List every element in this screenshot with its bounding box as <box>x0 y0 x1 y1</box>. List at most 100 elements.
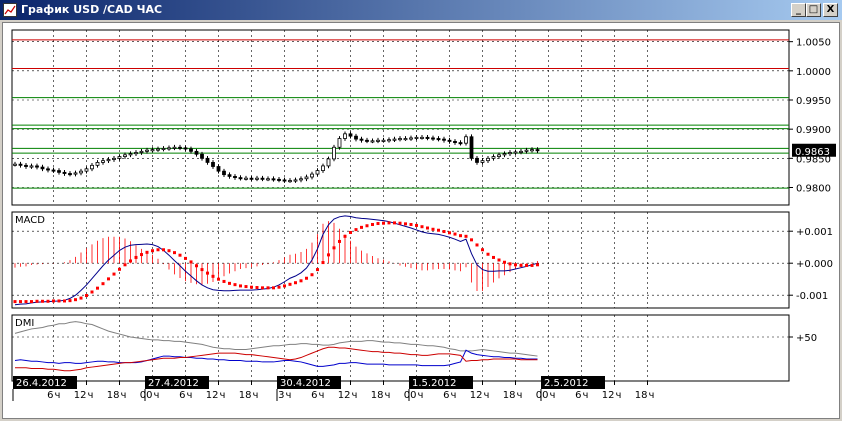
candle-body <box>123 154 127 157</box>
candle-body <box>436 138 441 141</box>
maximize-button[interactable]: □ <box>806 3 821 17</box>
candle-body <box>332 146 336 160</box>
close-button[interactable]: X <box>823 3 838 17</box>
pane-frame-0 <box>11 29 790 206</box>
candle-body <box>244 177 248 180</box>
x-tick-label: 18 <box>503 390 516 401</box>
macd-signal-dot <box>228 281 231 285</box>
macd-signal-dot <box>459 234 462 238</box>
macd-signal-dot <box>140 253 143 257</box>
candle-body <box>18 163 23 166</box>
candle-body <box>117 156 122 159</box>
date-tag-label: 2.5.2012 <box>544 378 589 389</box>
macd-signal-dot <box>519 263 523 267</box>
macd-signal-dot <box>354 228 358 232</box>
macd-signal-dot <box>453 232 457 236</box>
candle-body <box>161 148 166 151</box>
x-tick-unit: ч <box>88 390 94 401</box>
candle-body <box>51 169 56 172</box>
y-tick-label: 1.0050 <box>796 38 831 49</box>
candle-body <box>13 163 17 166</box>
x-tick-label: 3 <box>278 390 284 401</box>
macd-signal-dot <box>167 249 171 253</box>
candle-body <box>409 137 413 140</box>
macd-signal-dot <box>437 228 440 232</box>
macd-signal-dot <box>211 274 215 278</box>
macd-signal-dot <box>497 258 501 262</box>
macd-signal-dot <box>431 227 435 231</box>
candle-body <box>442 138 446 141</box>
candle-body <box>277 178 281 181</box>
candle-body <box>458 142 463 145</box>
candle-body <box>486 157 490 162</box>
candle-body <box>469 136 474 159</box>
candle-body <box>288 180 292 183</box>
macd-pane-label: MACD <box>15 215 45 226</box>
macd-signal-dot <box>134 255 138 259</box>
macd-signal-dot <box>118 267 121 271</box>
macd-signal-dot <box>393 221 396 225</box>
candle-body <box>381 139 386 142</box>
candle-body <box>376 139 380 142</box>
candle-body <box>200 153 204 159</box>
x-tick-unit: ч <box>154 390 160 401</box>
candle-body <box>387 139 391 142</box>
candle-body <box>222 170 226 176</box>
macd-signal-dot <box>255 286 259 290</box>
macd-signal-dot <box>63 299 66 303</box>
candle-body <box>106 159 111 162</box>
macd-signal-dot <box>250 285 253 289</box>
candle-body <box>425 136 430 139</box>
macd-signal-dot <box>371 222 374 226</box>
minimize-button[interactable]: _ <box>791 3 806 17</box>
candle-body <box>145 149 149 152</box>
candle-body <box>326 158 331 167</box>
x-tick-label: 12 <box>338 390 351 401</box>
candle-body <box>101 160 105 163</box>
window-title: График USD /CAD ЧАС <box>21 3 163 16</box>
candle-body <box>46 168 50 171</box>
candle-body <box>337 138 342 148</box>
chart-svg[interactable]: 1.00501.00000.99500.99000.98500.98000.98… <box>3 23 839 418</box>
macd-signal-dot <box>233 283 237 287</box>
macd-signal-dot <box>508 262 512 266</box>
macd-signal-dot <box>74 298 77 302</box>
candle-body <box>348 133 353 137</box>
x-tick-label: 00 <box>140 390 153 401</box>
macd-signal-dot <box>316 268 319 272</box>
macd-signal-dot <box>123 263 127 267</box>
chart-area[interactable]: 1.0050 1.0000 0.9950 0.9900 0.9850 0.9800 0.98… <box>2 22 840 419</box>
candle-body <box>95 162 100 166</box>
candle-body <box>211 162 215 167</box>
macd-signal-dot <box>206 271 209 275</box>
dmi-pane-label: DMI <box>15 318 34 329</box>
macd-signal-dot <box>46 299 50 303</box>
x-tick-unit: ч <box>616 390 622 401</box>
macd-signal-dot <box>409 222 413 226</box>
y-tick-label: +0.001 <box>796 227 833 238</box>
x-tick-unit: ч <box>583 390 589 401</box>
chart-window: График USD /CAD ЧАС _ □ X 1.0050 1.0000 0.… <box>0 0 842 421</box>
candle-body <box>403 138 408 141</box>
macd-signal-dot <box>107 277 110 281</box>
macd-signal-dot <box>486 252 490 256</box>
x-tick-unit: ч <box>187 390 193 401</box>
macd-signal-dot <box>492 255 495 259</box>
candle-body <box>370 140 375 143</box>
candle-body <box>112 157 116 160</box>
candle-body <box>79 170 83 174</box>
macd-signal-dot <box>112 272 116 276</box>
x-tick-label: 6 <box>47 390 53 401</box>
title-bar[interactable]: График USD /CAD ЧАС _ □ X <box>0 0 842 20</box>
candle-body <box>480 160 485 163</box>
y-tick-label: 0.9950 <box>796 96 831 107</box>
macd-signal-dot <box>156 248 160 252</box>
candle-body <box>62 171 67 174</box>
x-tick-unit: ч <box>319 390 325 401</box>
x-tick-label: 6 <box>575 390 581 401</box>
candle-body <box>128 153 133 156</box>
candle-body <box>453 141 457 144</box>
macd-signal-dot <box>35 299 39 303</box>
date-tag-label: 30.4.2012 <box>280 378 331 389</box>
macd-signal-dot <box>525 263 528 267</box>
